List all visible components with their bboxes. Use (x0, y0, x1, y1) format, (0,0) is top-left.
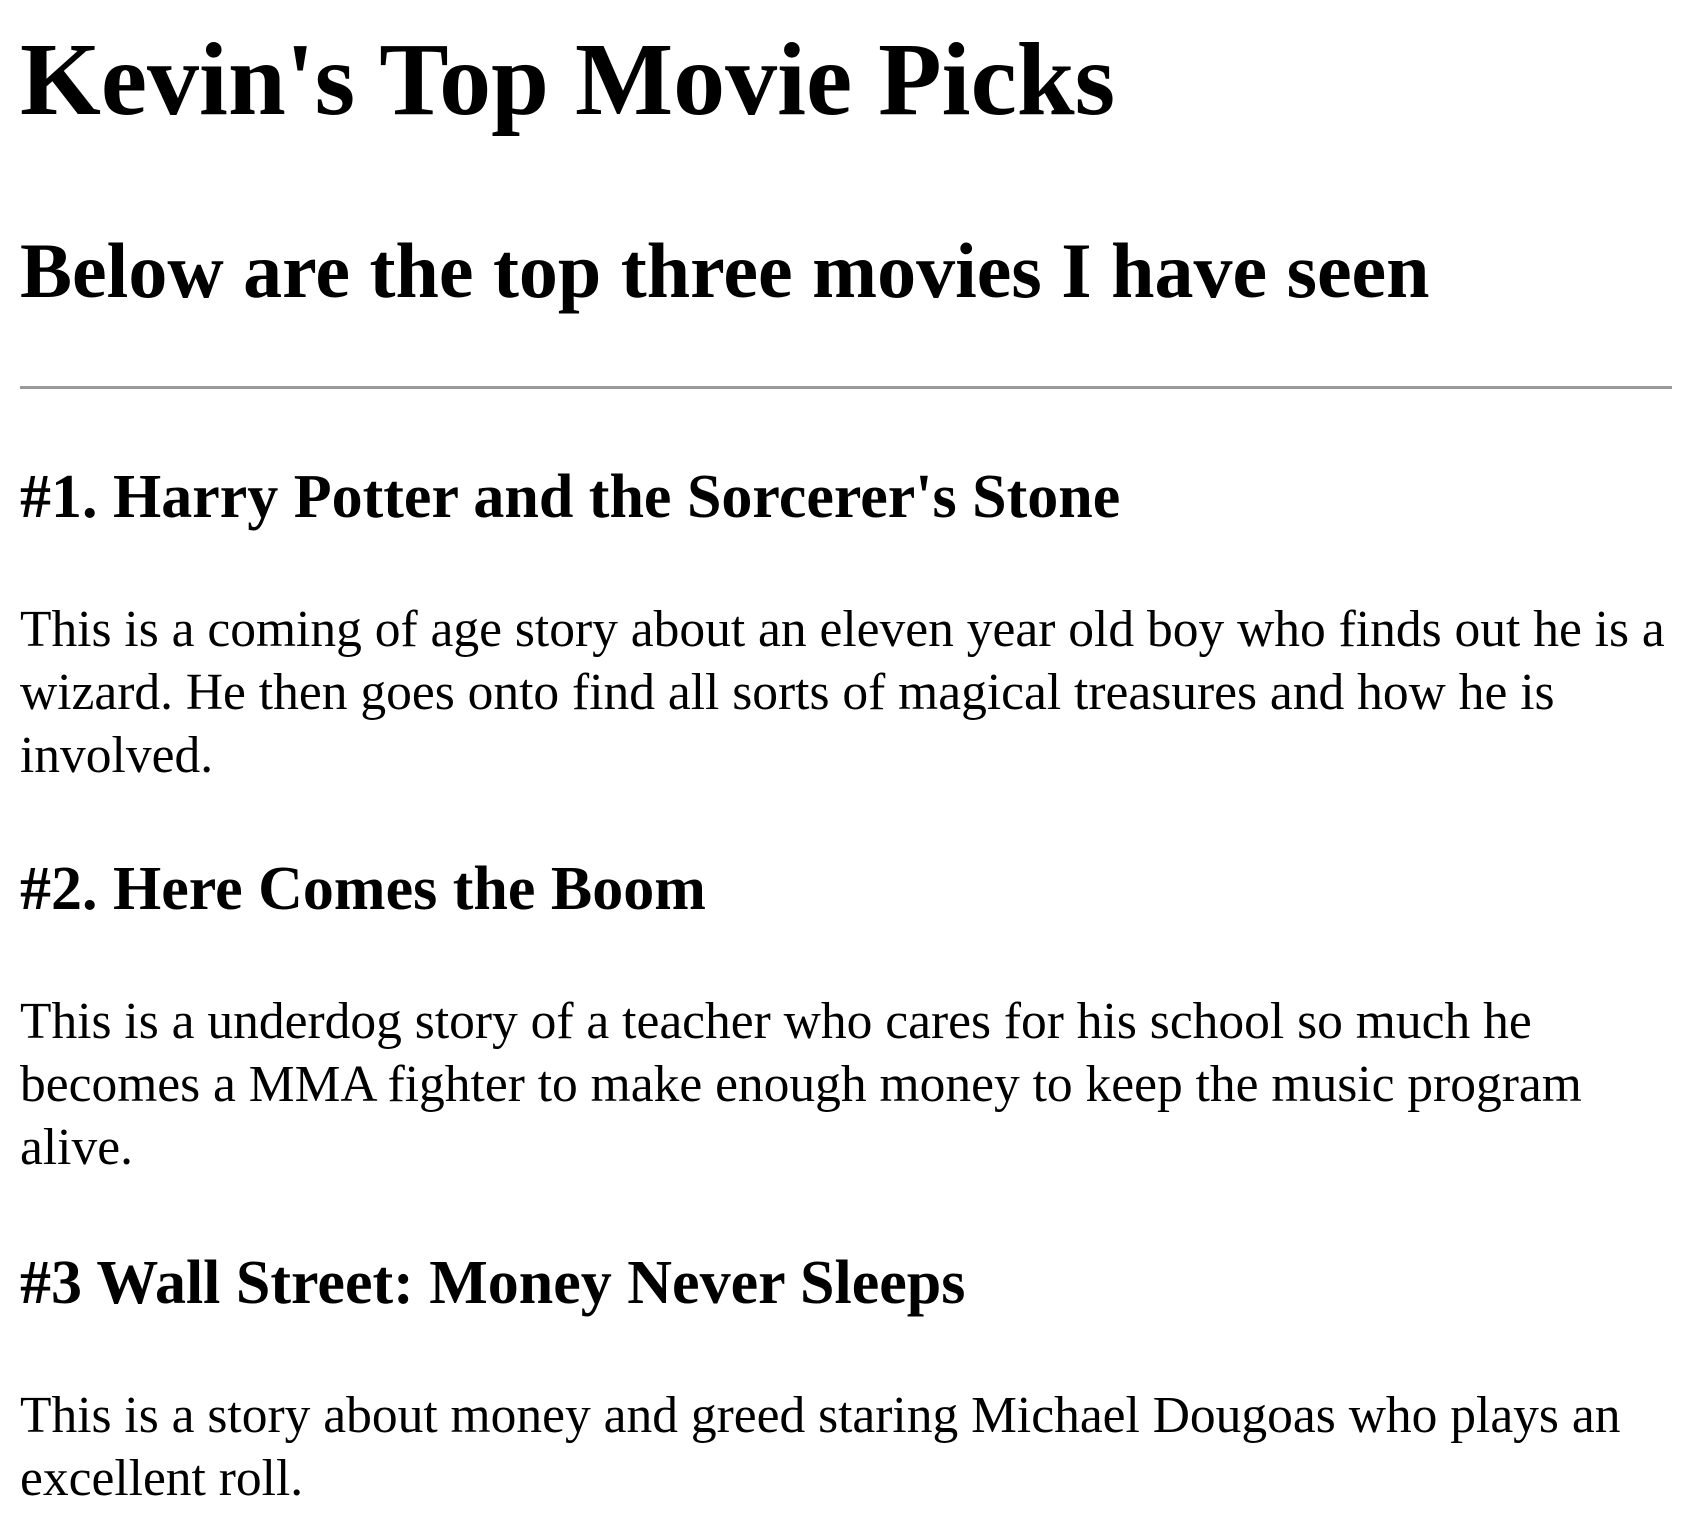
movie-heading-2: #2. Here Comes the Boom (20, 855, 706, 923)
movie-description-1: This is a coming of age story about an e… (20, 601, 1665, 784)
movie-heading-3: #3 Wall Street: Money Never Sleeps (20, 1249, 966, 1317)
page-title: Kevin's Top Movie Picks (20, 22, 1116, 137)
page-content: Kevin's Top Movie Picks Below are the to… (0, 0, 1702, 1507)
movie-description-2: This is a underdog story of a teacher wh… (20, 993, 1582, 1176)
movie-heading-1: #1. Harry Potter and the Sorcerer's Ston… (20, 463, 1121, 531)
horizontal-divider (20, 386, 1672, 389)
movie-description-3: This is a story about money and greed st… (20, 1387, 1621, 1507)
page-subtitle: Below are the top three movies I have se… (20, 227, 1430, 314)
